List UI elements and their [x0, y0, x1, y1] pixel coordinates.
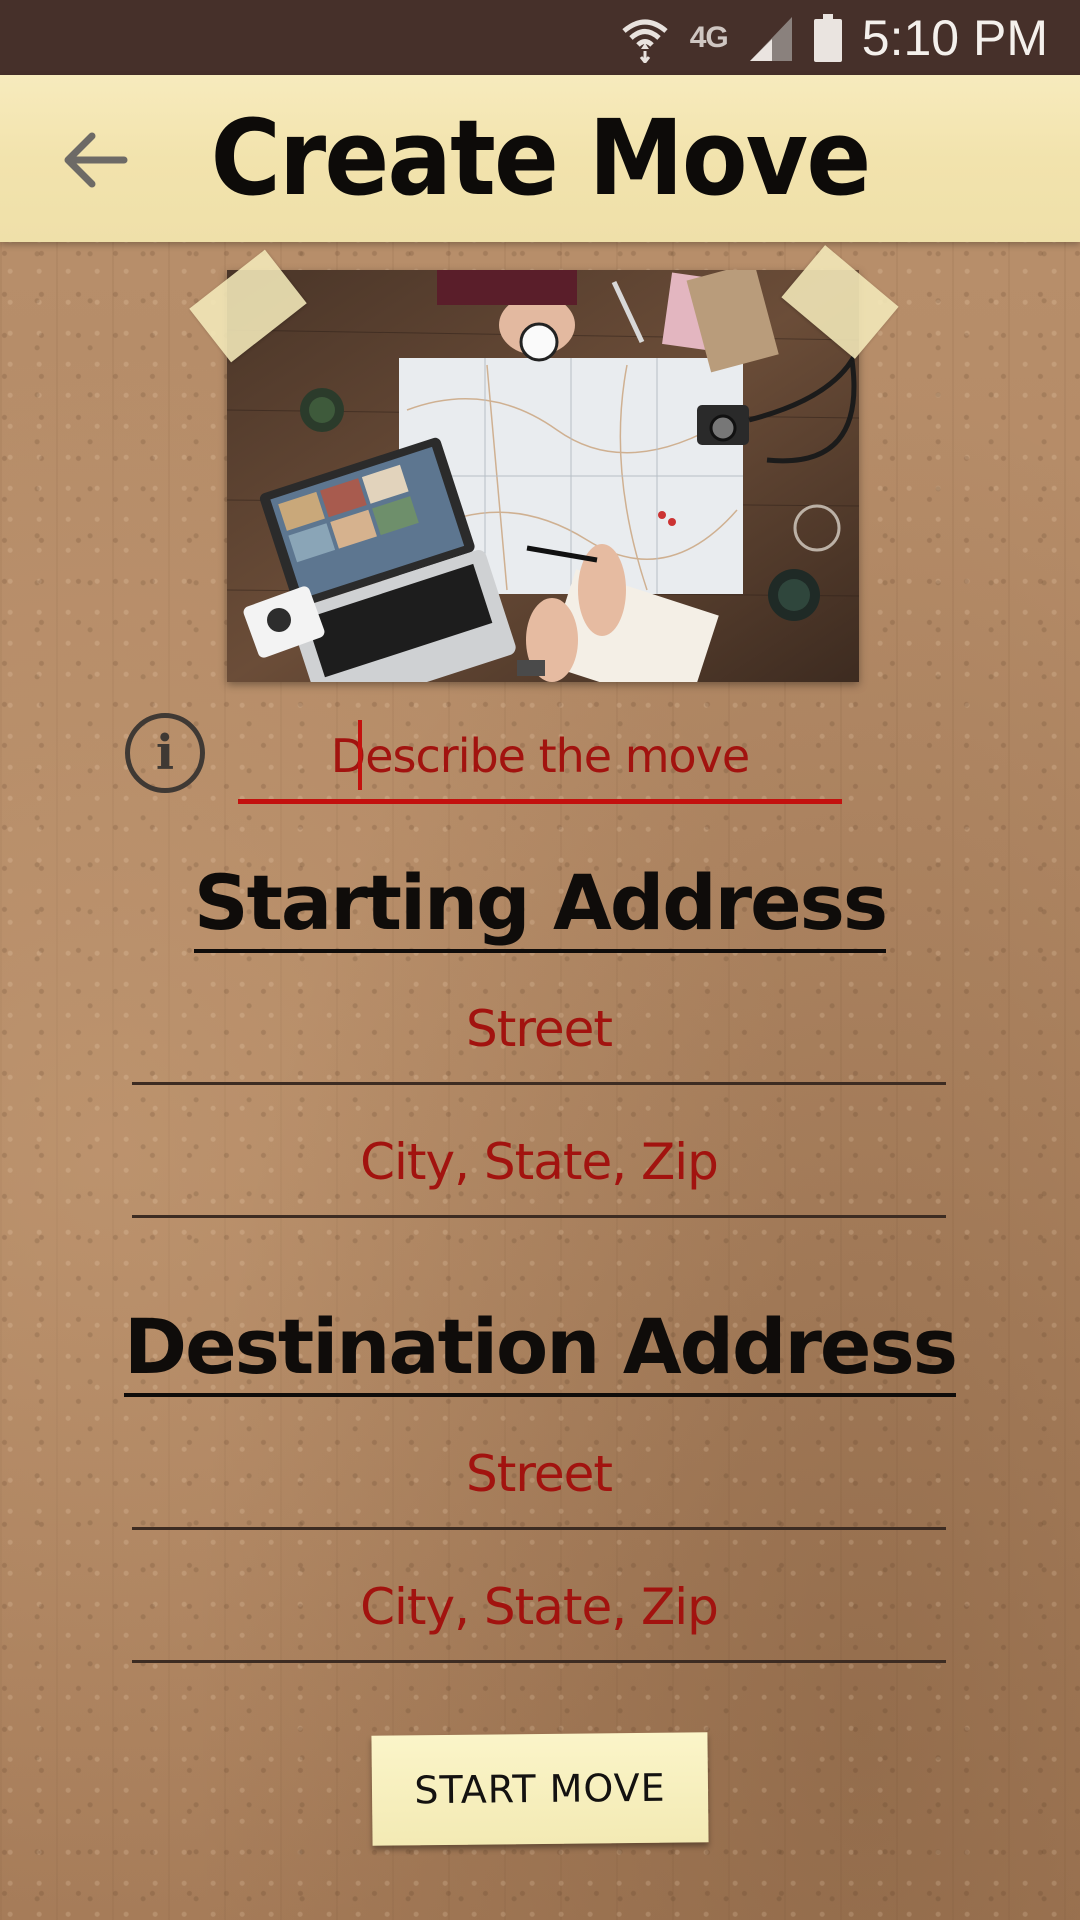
starting-street-input[interactable] [132, 975, 946, 1082]
start-move-button[interactable]: START MOVE [371, 1732, 709, 1846]
starting-address-heading: Starting Address [0, 858, 1080, 953]
info-button[interactable]: i [125, 713, 205, 793]
travel-planning-photo [227, 270, 859, 682]
describe-move-field[interactable] [238, 712, 842, 804]
info-icon: i [155, 725, 175, 781]
destination-address-title: Destination Address [124, 1302, 958, 1397]
wifi-icon [622, 19, 668, 63]
destination-city-state-zip-input[interactable] [132, 1553, 946, 1660]
battery-icon [813, 13, 842, 62]
clock: 5:10 PM [861, 9, 1048, 66]
destination-street-input[interactable] [132, 1420, 946, 1527]
page-title: Create Move [210, 97, 872, 219]
text-caret [358, 720, 362, 790]
app-header: Create Move [0, 75, 1080, 242]
describe-move-input[interactable] [238, 712, 842, 799]
network-type-label: 4G [689, 20, 729, 54]
starting-city-field[interactable] [132, 1108, 946, 1218]
starting-city-state-zip-input[interactable] [132, 1108, 946, 1215]
destination-street-field[interactable] [132, 1420, 946, 1530]
status-bar: 4G 5:10 PM [0, 0, 1080, 75]
starting-address-title: Starting Address [193, 858, 888, 953]
desk-map-illustration [227, 270, 859, 682]
destination-city-field[interactable] [132, 1553, 946, 1663]
starting-street-field[interactable] [132, 975, 946, 1085]
destination-address-heading: Destination Address [0, 1302, 1080, 1397]
signal-icon [749, 16, 792, 61]
